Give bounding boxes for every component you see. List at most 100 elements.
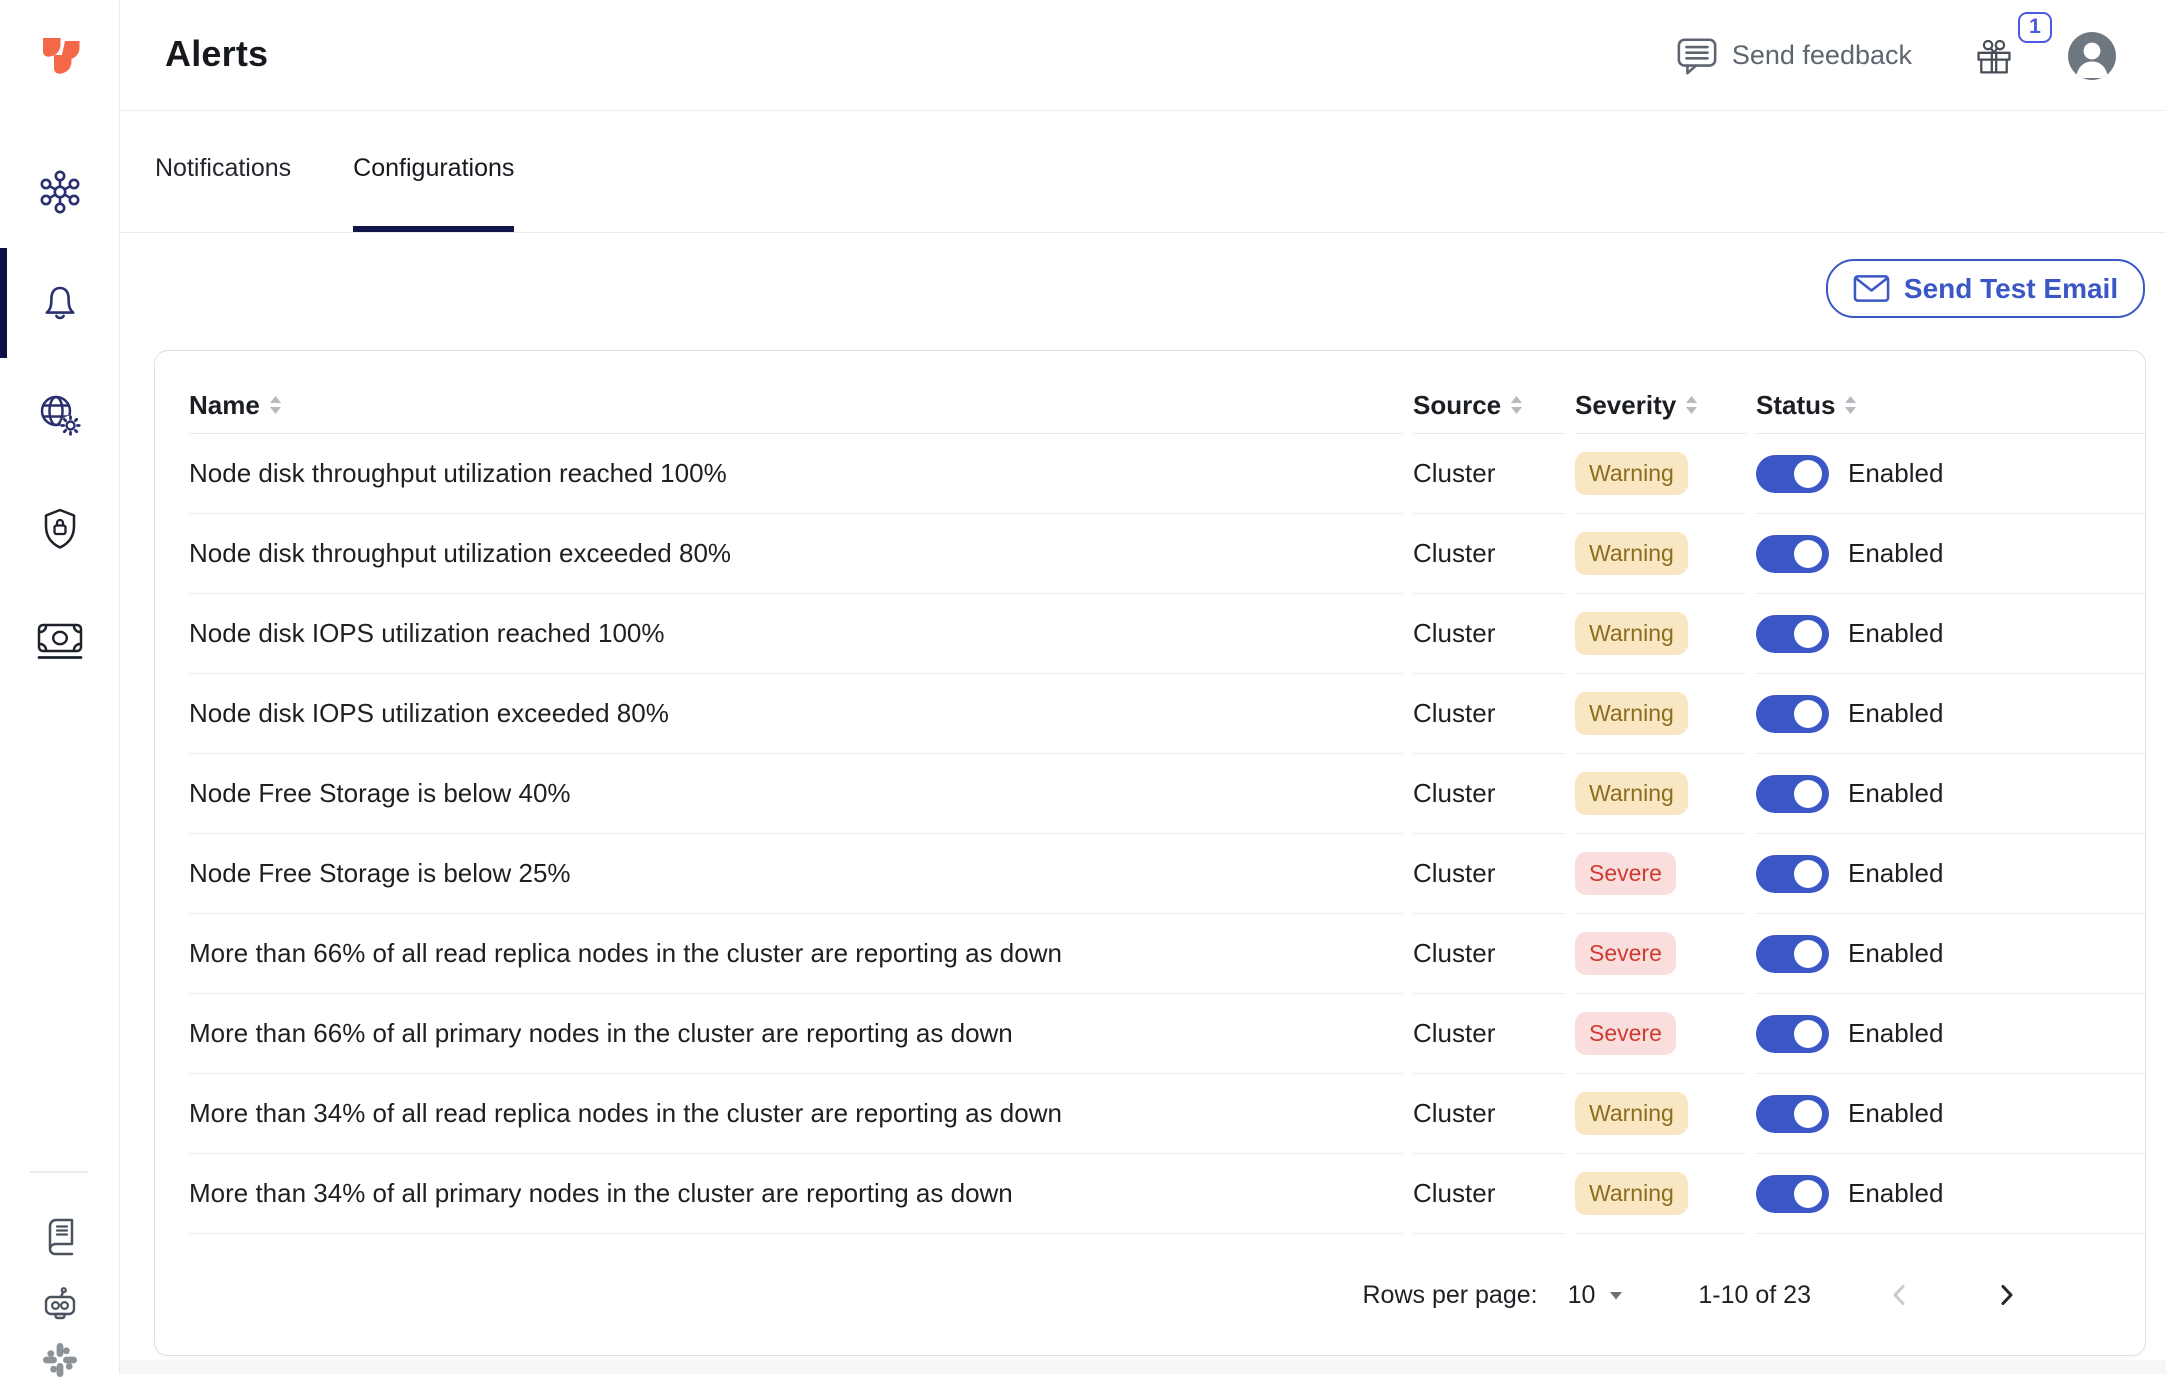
main-content: Alerts Send feedback 1 Notifications Con… — [120, 0, 2166, 1374]
toggle-knob — [1794, 1099, 1822, 1128]
alert-source: Cluster — [1413, 994, 1565, 1074]
severity-badge: Warning — [1575, 772, 1688, 815]
send-feedback-button[interactable]: Send feedback — [1675, 35, 1912, 77]
status-toggle[interactable] — [1756, 534, 1829, 573]
alert-source: Cluster — [1413, 594, 1565, 674]
severity-badge: Warning — [1575, 692, 1688, 735]
alert-name: Node Free Storage is below 40% — [189, 754, 1403, 834]
status-toggle[interactable] — [1756, 934, 1829, 973]
severity-badge: Warning — [1575, 1092, 1688, 1135]
globe-settings-icon — [40, 395, 81, 436]
status-toggle[interactable] — [1756, 1094, 1829, 1133]
sidebar-divider — [30, 1171, 88, 1173]
status-label: Enabled — [1848, 538, 1944, 568]
table-row: More than 34% of all read replica nodes … — [155, 1074, 2145, 1154]
yugabyte-logo-icon — [43, 38, 80, 74]
gift-icon — [1977, 39, 2011, 73]
billing-money-icon — [37, 623, 83, 659]
alert-name: More than 66% of all read replica nodes … — [189, 914, 1403, 994]
rows-per-page-select[interactable]: 10 — [1568, 1281, 1624, 1310]
table-row: Node disk IOPS utilization exceeded 80% … — [155, 674, 2145, 754]
alert-source: Cluster — [1413, 674, 1565, 754]
sort-icon — [1845, 396, 1857, 414]
dropdown-arrow-icon — [1610, 1291, 1623, 1299]
user-avatar[interactable] — [2068, 31, 2116, 80]
alert-source: Cluster — [1413, 514, 1565, 594]
severity-badge: Warning — [1575, 1172, 1688, 1215]
top-header: Alerts Send feedback 1 — [120, 0, 2166, 111]
send-test-email-button[interactable]: Send Test Email — [1826, 259, 2145, 318]
status-label: Enabled — [1848, 698, 1944, 728]
column-header-source[interactable]: Source — [1413, 377, 1565, 434]
column-header-status[interactable]: Status — [1756, 377, 2145, 434]
status-toggle[interactable] — [1756, 1014, 1829, 1053]
sort-icon — [1686, 396, 1698, 414]
status-label: Enabled — [1848, 1018, 1944, 1048]
status-toggle[interactable] — [1756, 774, 1829, 813]
page-range: 1-10 of 23 — [1698, 1280, 1811, 1309]
sidebar-item-docs[interactable] — [36, 1212, 84, 1260]
table-row: Node disk IOPS utilization reached 100% … — [155, 594, 2145, 674]
sidebar-item-billing[interactable] — [36, 617, 84, 665]
pagination-bar: Rows per page: 10 1-10 of 23 — [155, 1234, 2145, 1355]
alert-source: Cluster — [1413, 834, 1565, 914]
mail-icon — [1853, 275, 1890, 302]
table-row: Node disk throughput utilization reached… — [155, 434, 2145, 514]
toggle-knob — [1794, 459, 1822, 488]
table-header-row: Name Source Severity Status — [155, 351, 2145, 434]
brand-logo[interactable] — [36, 31, 84, 79]
sidebar-item-slack[interactable] — [36, 1336, 84, 1384]
status-toggle[interactable] — [1756, 854, 1829, 893]
table-row: Node Free Storage is below 40% Cluster W… — [155, 754, 2145, 834]
alert-source: Cluster — [1413, 1154, 1565, 1234]
table-body: Node disk throughput utilization reached… — [155, 434, 2145, 1234]
status-toggle[interactable] — [1756, 454, 1829, 493]
alert-name: More than 66% of all primary nodes in th… — [189, 994, 1403, 1074]
slack-icon — [43, 1343, 77, 1377]
status-label: Enabled — [1848, 938, 1944, 968]
severity-badge: Warning — [1575, 452, 1688, 495]
tab-notifications[interactable]: Notifications — [155, 111, 291, 232]
sidebar-item-security[interactable] — [36, 504, 84, 552]
sidebar-item-network[interactable] — [36, 391, 84, 439]
toggle-knob — [1794, 1179, 1822, 1208]
whats-new-button[interactable]: 1 — [1974, 11, 2052, 76]
table-row: More than 66% of all primary nodes in th… — [155, 994, 2145, 1074]
column-header-severity[interactable]: Severity — [1575, 377, 1746, 434]
status-toggle[interactable] — [1756, 1174, 1829, 1213]
sort-icon — [1511, 396, 1523, 414]
cluster-icon — [40, 170, 80, 214]
column-header-name[interactable]: Name — [189, 377, 1403, 434]
alert-name: Node disk IOPS utilization reached 100% — [189, 594, 1403, 674]
alert-name: Node disk throughput utilization exceede… — [189, 514, 1403, 594]
alert-name: More than 34% of all read replica nodes … — [189, 1074, 1403, 1154]
next-page-button[interactable] — [1989, 1278, 2023, 1312]
sidebar-item-clusters[interactable] — [36, 168, 84, 216]
alert-source: Cluster — [1413, 1074, 1565, 1154]
feedback-bubble-icon — [1677, 37, 1717, 74]
sidebar-item-support-bot[interactable] — [36, 1280, 84, 1328]
alert-name: Node disk throughput utilization reached… — [189, 434, 1403, 514]
status-label: Enabled — [1848, 1178, 1944, 1208]
table-row: More than 66% of all read replica nodes … — [155, 914, 2145, 994]
table-row: More than 34% of all primary nodes in th… — [155, 1154, 2145, 1234]
toggle-knob — [1794, 939, 1822, 968]
send-test-email-label: Send Test Email — [1903, 272, 2119, 304]
toggle-knob — [1794, 1019, 1822, 1048]
send-feedback-label: Send feedback — [1731, 40, 1912, 70]
status-toggle[interactable] — [1756, 694, 1829, 733]
severity-badge: Severe — [1575, 852, 1676, 895]
page-bottom-strip — [120, 1360, 2166, 1374]
status-label: Enabled — [1848, 458, 1944, 488]
rows-per-page-label: Rows per page: — [1362, 1280, 1538, 1309]
alert-source: Cluster — [1413, 434, 1565, 514]
status-label: Enabled — [1848, 618, 1944, 648]
tab-configurations[interactable]: Configurations — [353, 111, 515, 232]
chevron-left-icon — [1893, 1285, 1905, 1305]
status-toggle[interactable] — [1756, 614, 1829, 653]
alerts-config-table: Name Source Severity Status Node disk th… — [154, 350, 2146, 1356]
previous-page-button[interactable] — [1883, 1278, 1917, 1312]
toggle-knob — [1794, 779, 1822, 808]
alert-source: Cluster — [1413, 754, 1565, 834]
sidebar-item-alerts[interactable] — [36, 278, 84, 326]
